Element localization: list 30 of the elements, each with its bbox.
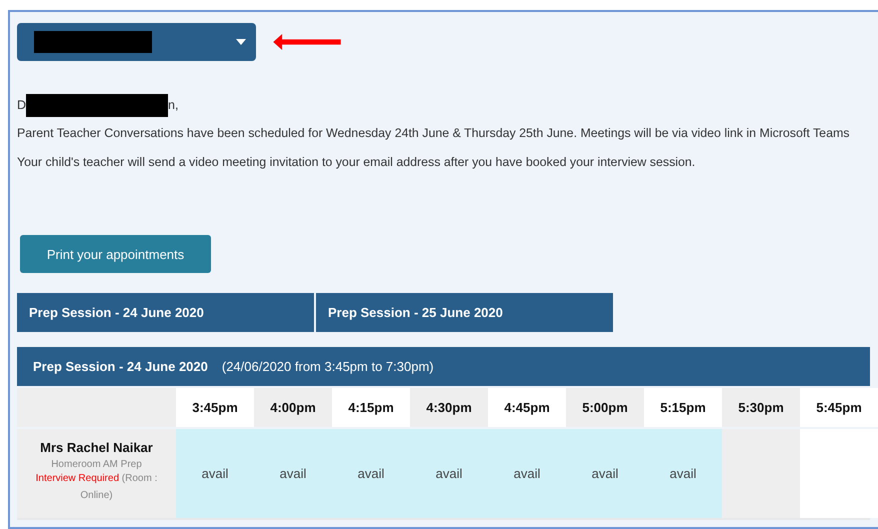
time-header: 4:45pm [488, 388, 566, 427]
slot-cell[interactable]: avail [332, 429, 410, 518]
schedule-subtitle: (24/06/2020 from 3:45pm to 7:30pm) [222, 359, 434, 374]
slot-cell[interactable]: avail [566, 429, 644, 518]
time-header: 4:00pm [254, 388, 332, 427]
message-text: Your child's teacher will send a video meeting invitation to your email address after you have booked your interview session. [17, 154, 696, 171]
slot-cell[interactable]: avail [254, 429, 332, 518]
teacher-class: Homeroom AM Prep [51, 459, 142, 470]
message-text: Parent Teacher Conversations have been scheduled for Wednesday 24th June & Thursday 25th June. Meetings will be via video link in Microsoft Teams [17, 125, 850, 142]
session-tab[interactable]: Prep Session - 25 June 2020 [316, 293, 613, 332]
greeting-text: D [17, 98, 26, 112]
teacher-status: Interview Required (Room : Online) [34, 472, 158, 503]
schedule-title: Prep Session - 24 June 2020 [33, 359, 208, 374]
slot-cell[interactable]: avail [410, 429, 488, 518]
time-header: 4:30pm [410, 388, 488, 427]
time-header: 5:15pm [644, 388, 722, 427]
time-header: 3:45pm [176, 388, 254, 427]
teacher-name: Mrs Rachel Naikar [40, 440, 153, 455]
print-button[interactable]: Print your appointments [20, 235, 211, 273]
time-header: 5:00pm [566, 388, 644, 427]
session-tab[interactable]: Prep Session - 24 June 2020 [17, 293, 314, 332]
slot-cell[interactable]: avail [176, 429, 254, 518]
caret-icon [236, 39, 246, 45]
time-header: 5:30pm [722, 388, 800, 427]
slot-cell[interactable]: avail [644, 429, 722, 518]
time-header: 4:15pm [332, 388, 410, 427]
time-header: 5:45pm [800, 388, 878, 427]
greeting-text: n, [168, 98, 178, 112]
student-dropdown[interactable] [17, 23, 256, 61]
slot-cell[interactable]: avail [488, 429, 566, 518]
